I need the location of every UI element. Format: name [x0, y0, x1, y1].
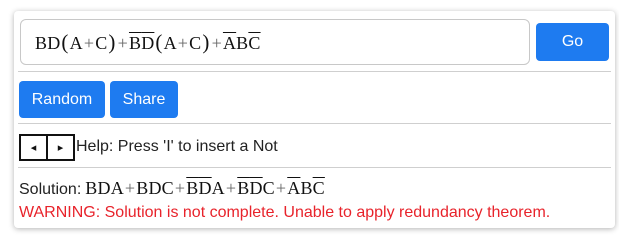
solution-variable: C: [312, 178, 325, 198]
help-text: Help: Press 'I' to insert a Not: [76, 138, 278, 155]
expression-variable: A: [163, 32, 177, 53]
solution-operator: +: [225, 178, 237, 198]
solution-variable: D: [97, 178, 111, 198]
expression-variable: B: [236, 32, 249, 53]
expression-operator: +: [177, 32, 189, 53]
expression-variable: C: [248, 32, 261, 53]
expression-paren: (: [155, 29, 163, 54]
warning-message: WARNING: Solution is not complete. Unabl…: [19, 204, 551, 221]
solution-variable: D: [198, 178, 212, 198]
expression-input[interactable]: BD(A+C) +BD(A+C) +ABC: [20, 19, 530, 65]
solution-row: Solution: BDA+BDC+BDA+BDC+ABC: [19, 178, 325, 200]
expression-variable: C: [189, 32, 202, 53]
solution-variable: B: [300, 178, 313, 198]
solution-variable: A: [211, 178, 225, 198]
expression-paren: (: [61, 29, 69, 54]
expression-operator: +: [117, 32, 128, 53]
solution-variable: B: [136, 178, 149, 198]
solution-operator: +: [124, 178, 136, 198]
cursor-right-button[interactable]: ▸: [46, 134, 75, 161]
solution-variable: D: [249, 178, 263, 198]
solution-variable: C: [262, 178, 275, 198]
expression-variable: D: [47, 32, 61, 53]
expression-variable: D: [141, 32, 155, 53]
arrow-right-icon: ▸: [57, 142, 64, 154]
expression-variable: A: [222, 32, 237, 53]
expression-variable: B: [128, 32, 142, 53]
solution-variable: D: [148, 178, 162, 198]
solution-variable: B: [186, 178, 199, 198]
expression-math: BD(A+C) +BD(A+C) +ABC: [35, 30, 261, 55]
solution-variable: C: [161, 178, 174, 198]
share-button[interactable]: Share: [110, 81, 178, 118]
solution-variable: A: [110, 178, 124, 198]
expression-variable: B: [35, 32, 48, 53]
expression-paren: ): [202, 29, 210, 54]
divider: [18, 71, 611, 72]
expression-operator: +: [83, 32, 95, 53]
divider: [18, 123, 611, 124]
go-button[interactable]: Go: [536, 23, 609, 61]
solution-operator: +: [174, 178, 186, 198]
arrow-left-icon: ◂: [30, 142, 37, 154]
cursor-left-button[interactable]: ◂: [19, 134, 48, 161]
expression-row: BD(A+C) +BD(A+C) +ABC Go: [20, 19, 609, 65]
solution-variable: B: [85, 178, 98, 198]
divider: [18, 167, 611, 168]
expression-paren: ): [108, 29, 116, 54]
expression-operator: +: [211, 32, 222, 53]
expression-variable: A: [69, 32, 83, 53]
solution-variable: A: [287, 178, 301, 198]
random-button[interactable]: Random: [19, 81, 105, 118]
solution-operator: +: [275, 178, 287, 198]
solution-label: Solution:: [19, 181, 82, 198]
expression-variable: C: [95, 32, 108, 53]
solution-math: BDA+BDC+BDA+BDC+ABC: [85, 178, 325, 199]
solver-card: BD(A+C) +BD(A+C) +ABC Go Random Share ◂ ▸ …: [14, 11, 615, 228]
solution-variable: B: [237, 178, 250, 198]
